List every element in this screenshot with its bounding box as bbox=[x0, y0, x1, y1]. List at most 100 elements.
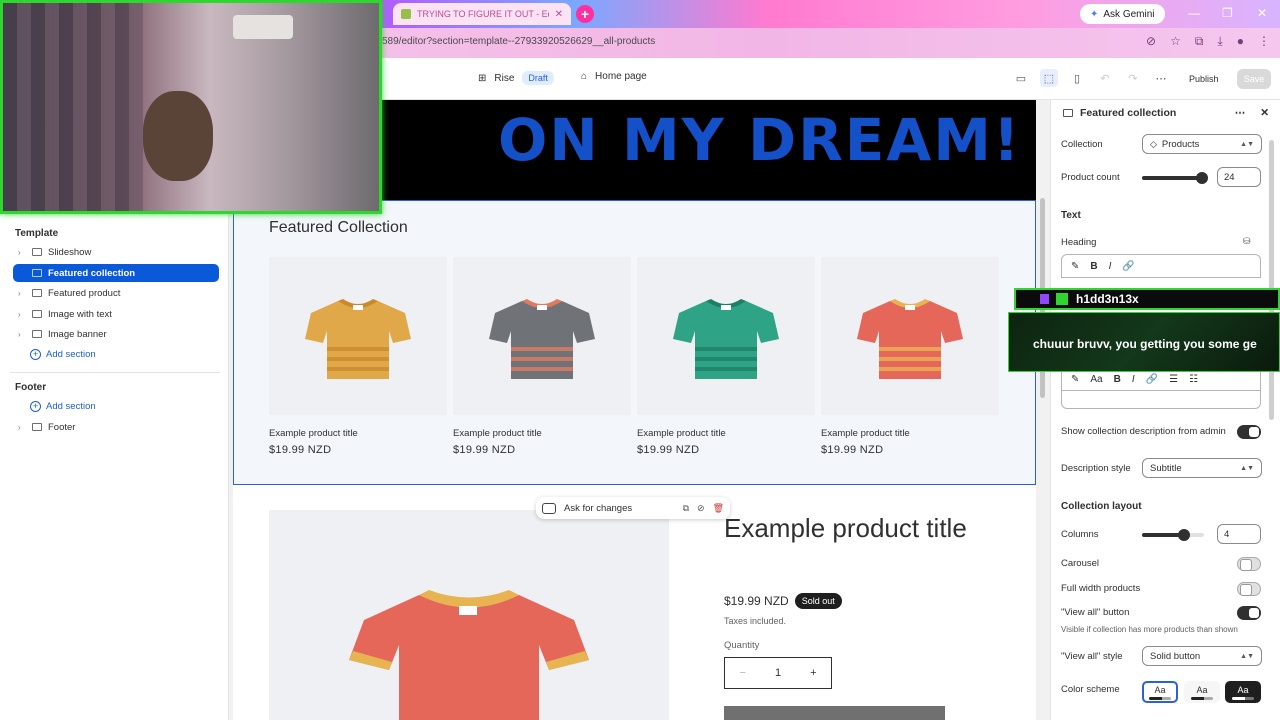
minimize-icon[interactable]: — bbox=[1188, 6, 1200, 20]
collection-select[interactable]: ◇ Products ▲▼ bbox=[1142, 134, 1262, 154]
product-price: $19.99 NZD bbox=[821, 444, 884, 456]
close-tab-icon[interactable]: ✕ bbox=[555, 9, 563, 20]
extension-icon[interactable]: ⧉ bbox=[1195, 34, 1204, 49]
webcam-background bbox=[3, 3, 143, 211]
columns-input[interactable]: 4 bbox=[1217, 524, 1261, 544]
save-button[interactable]: Save bbox=[1237, 69, 1271, 89]
link-icon[interactable]: 🔗 bbox=[1146, 374, 1158, 385]
publish-button[interactable]: Publish bbox=[1183, 69, 1225, 89]
description-style-select[interactable]: Subtitle ▲▼ bbox=[1142, 458, 1262, 478]
page-selector[interactable]: ⌂ Home page bbox=[581, 71, 647, 82]
show-description-toggle[interactable] bbox=[1237, 425, 1261, 439]
quantity-value[interactable]: 1 bbox=[775, 667, 781, 679]
color-scheme-swatch-2[interactable]: Aa bbox=[1184, 681, 1220, 703]
shopify-favicon-icon bbox=[401, 9, 411, 19]
product-card[interactable]: Example product title $19.99 NZD bbox=[821, 257, 999, 456]
ask-for-changes-button[interactable]: Ask for changes bbox=[564, 503, 675, 514]
product-card[interactable]: Example product title $19.99 NZD bbox=[453, 257, 631, 456]
download-icon[interactable]: ⤓ bbox=[1217, 34, 1222, 49]
ai-generate-icon[interactable]: ✎ bbox=[1071, 261, 1079, 272]
section-icon bbox=[32, 289, 42, 297]
duplicate-icon[interactable]: ⧉ bbox=[683, 503, 689, 514]
mobile-view-icon[interactable]: ▯ bbox=[1068, 69, 1086, 87]
full-width-toggle[interactable] bbox=[1237, 582, 1261, 596]
close-icon[interactable]: ✕ bbox=[1260, 107, 1269, 119]
columns-label: Columns bbox=[1061, 529, 1099, 540]
product-count-input[interactable]: 24 bbox=[1217, 167, 1261, 187]
columns-slider[interactable] bbox=[1142, 529, 1204, 541]
link-icon[interactable]: 🔗 bbox=[1122, 261, 1134, 272]
italic-icon[interactable]: I bbox=[1132, 374, 1135, 385]
slider-knob[interactable] bbox=[1195, 172, 1208, 184]
bold-icon[interactable]: B bbox=[1114, 374, 1121, 385]
add-to-cart-button[interactable] bbox=[724, 706, 945, 720]
featured-collection-section[interactable]: Featured Collection Example product titl… bbox=[233, 200, 1036, 485]
new-tab-button[interactable]: + bbox=[576, 5, 594, 23]
view-all-help-text: Visible if collection has more products … bbox=[1061, 625, 1238, 634]
view-all-style-value: Solid button bbox=[1150, 650, 1201, 662]
select-arrows-icon: ▲▼ bbox=[1240, 464, 1254, 472]
sidebar-item-image-banner[interactable]: › Image banner bbox=[13, 325, 219, 343]
close-window-icon[interactable]: ✕ bbox=[1257, 6, 1267, 20]
scroll-thumb[interactable] bbox=[1269, 140, 1274, 420]
ai-generate-icon[interactable]: ✎ bbox=[1071, 374, 1079, 385]
theme-icon: ⊞ bbox=[478, 72, 487, 84]
ask-gemini-button[interactable]: ✦ Ask Gemini bbox=[1080, 4, 1165, 24]
sidebar-item-image-with-text[interactable]: › Image with text bbox=[13, 305, 219, 323]
theme-selector[interactable]: ⊞ Rise Draft bbox=[478, 71, 554, 85]
view-all-button-toggle[interactable] bbox=[1237, 606, 1261, 620]
theme-name: Rise bbox=[494, 72, 515, 84]
desktop-view-icon[interactable]: ▭ bbox=[1012, 69, 1030, 87]
add-circle-icon: + bbox=[30, 401, 41, 412]
carousel-toggle[interactable] bbox=[1237, 557, 1261, 571]
bold-icon[interactable]: B bbox=[1090, 261, 1097, 272]
url-field[interactable]: 589/editor?section=template--27933920526… bbox=[382, 36, 655, 47]
full-width-label: Full width products bbox=[1061, 583, 1141, 594]
inspector-icon[interactable]: ⬚ bbox=[1040, 69, 1058, 87]
product-card[interactable]: Example product title $19.99 NZD bbox=[637, 257, 815, 456]
product-count-slider[interactable] bbox=[1142, 172, 1208, 184]
product-card[interactable]: Example product title $19.99 NZD bbox=[269, 257, 447, 456]
trash-icon[interactable]: 🗑 bbox=[713, 503, 724, 514]
sidebar-item-footer[interactable]: › Footer bbox=[13, 418, 219, 436]
menu-dots-icon[interactable]: ⋮ bbox=[1258, 34, 1270, 49]
collection-label: Collection bbox=[1061, 139, 1103, 150]
slider-knob[interactable] bbox=[1177, 529, 1190, 541]
maximize-icon[interactable]: ❐ bbox=[1222, 6, 1233, 20]
footer-add-section-button[interactable]: + Add section bbox=[30, 401, 96, 412]
description-editor[interactable] bbox=[1061, 391, 1261, 409]
quantity-increase-button[interactable]: + bbox=[810, 667, 816, 679]
bullet-list-icon[interactable]: ☰ bbox=[1169, 374, 1178, 385]
color-scheme-swatch-1[interactable]: Aa bbox=[1142, 681, 1178, 703]
italic-icon[interactable]: I bbox=[1109, 261, 1112, 272]
sidebar-item-slideshow[interactable]: › Slideshow bbox=[13, 243, 219, 261]
product-title: Example product title bbox=[637, 428, 726, 439]
taxes-note: Taxes included. bbox=[724, 616, 787, 626]
swatch-label: Aa bbox=[1196, 684, 1208, 695]
eye-off-icon[interactable]: ⊘ bbox=[1146, 34, 1156, 49]
color-scheme-swatch-3[interactable]: Aa bbox=[1225, 681, 1261, 703]
settings-scrollbar[interactable] bbox=[1269, 140, 1275, 420]
streamer-figure bbox=[143, 91, 213, 181]
sidebar-item-featured-product[interactable]: › Featured product bbox=[13, 284, 219, 302]
more-options-icon[interactable]: ⋯ bbox=[1235, 107, 1246, 119]
profile-icon[interactable]: ● bbox=[1237, 34, 1244, 49]
browser-tab[interactable]: TRYING TO FIGURE IT OUT - Ed ✕ bbox=[393, 3, 571, 25]
add-section-button[interactable]: + Add section bbox=[30, 349, 96, 360]
undo-icon[interactable]: ↶ bbox=[1096, 69, 1114, 87]
footer-heading: Footer bbox=[15, 382, 47, 393]
page-name: Home page bbox=[595, 71, 647, 82]
dynamic-source-icon[interactable]: ⛁ bbox=[1243, 236, 1251, 247]
numbered-list-icon[interactable]: ☷ bbox=[1189, 374, 1198, 385]
hide-eye-icon[interactable]: ⊘ bbox=[697, 503, 705, 514]
more-icon[interactable]: ⋯ bbox=[1152, 69, 1170, 87]
canvas-scrollbar[interactable] bbox=[1038, 100, 1048, 720]
quantity-stepper[interactable]: − 1 + bbox=[724, 657, 832, 689]
text-format-icon[interactable]: Aa bbox=[1090, 374, 1102, 385]
view-all-style-select[interactable]: Solid button ▲▼ bbox=[1142, 646, 1262, 666]
redo-icon[interactable]: ↷ bbox=[1124, 69, 1142, 87]
bookmark-star-icon[interactable]: ☆ bbox=[1170, 34, 1181, 49]
quantity-decrease-button[interactable]: − bbox=[740, 667, 746, 679]
sidebar-item-featured-collection[interactable]: Featured collection bbox=[13, 264, 219, 282]
featured-product-image[interactable] bbox=[269, 510, 669, 720]
